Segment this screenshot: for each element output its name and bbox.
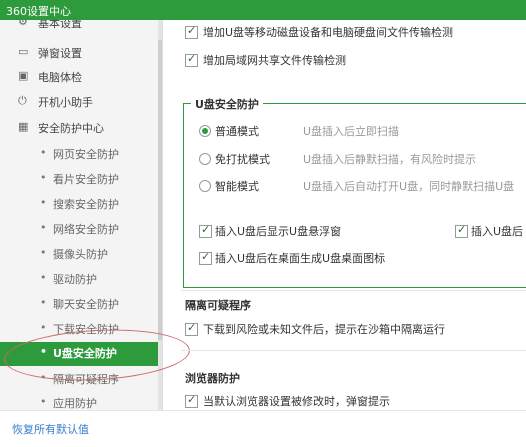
sidebar-item-startup-assistant[interactable]: ⏻ 开机小助手 xyxy=(0,91,162,113)
checkbox-sandbox-quarantine[interactable] xyxy=(185,321,198,336)
sidebar-scrollbar[interactable] xyxy=(158,20,162,410)
sidebar-subitem-search[interactable]: • 搜索安全防护 xyxy=(0,193,162,215)
sidebar-item-security-center[interactable]: ▦ 安全防护中心 xyxy=(0,117,162,139)
sidebar-item-popup-settings[interactable]: ▭ 弹窗设置 xyxy=(0,42,162,64)
checkbox-usb-after-insert[interactable] xyxy=(455,223,468,238)
scrollbar-thumb[interactable] xyxy=(158,40,162,340)
checkbox-lan-share-transfer[interactable] xyxy=(185,52,198,67)
checkbox-browser-change-alert[interactable] xyxy=(185,393,198,408)
sidebar-subitem-camera[interactable]: • 摄像头防护 xyxy=(0,243,162,265)
option-label: 插入U盘后在桌面生成U盘桌面图标 xyxy=(215,252,386,265)
sidebar-subitem-label: U盘安全防护 xyxy=(53,347,117,360)
sidebar-item-label: 安全防护中心 xyxy=(38,122,104,135)
usb-group-title: U盘安全防护 xyxy=(191,96,263,112)
quarantine-section-title: 隔离可疑程序 xyxy=(185,299,251,312)
sidebar-subitem-download[interactable]: • 下载安全防护 xyxy=(0,318,162,340)
sidebar-subitem-label: 隔离可疑程序 xyxy=(53,373,119,386)
mode-label: 普通模式 xyxy=(215,125,259,138)
power-icon: ⏻ xyxy=(18,94,27,107)
sidebar-item-label: 弹窗设置 xyxy=(38,47,82,60)
section-divider xyxy=(181,290,526,291)
browser-section-title: 浏览器防护 xyxy=(185,372,240,385)
option-label: 下载到风险或未知文件后，提示在沙箱中隔离运行 xyxy=(203,323,445,336)
mode-description: U盘插入后立即扫描 xyxy=(303,125,400,138)
radio-normal-mode[interactable] xyxy=(199,125,211,137)
radio-silent-mode[interactable] xyxy=(199,153,211,165)
checkbox-usb-float-window[interactable] xyxy=(199,223,212,238)
mode-description: U盘插入后自动打开U盘，同时静默扫描U盘 xyxy=(303,180,515,193)
sidebar-item-label: 开机小助手 xyxy=(38,96,93,109)
option-label: 插入U盘后显示U盘悬浮窗 xyxy=(215,225,342,238)
sidebar-subitem-network[interactable]: • 网络安全防护 xyxy=(0,218,162,240)
radio-smart-mode[interactable] xyxy=(199,180,211,192)
sidebar-subitem-label: 看片安全防护 xyxy=(53,173,119,186)
option-label: 增加U盘等移动磁盘设备和电脑硬盘间文件传输检测 xyxy=(203,26,454,39)
reset-defaults-link[interactable]: 恢复所有默认值 xyxy=(12,421,89,437)
sidebar-subitem-video[interactable]: • 看片安全防护 xyxy=(0,168,162,190)
mode-description: U盘插入后静默扫描，有风险时提示 xyxy=(303,153,477,166)
sidebar-subitem-usb[interactable]: • U盘安全防护 xyxy=(0,342,162,366)
option-label: 当默认浏览器设置被修改时，弹窗提示 xyxy=(203,395,390,408)
sidebar-subitem-quarantine[interactable]: • 隔离可疑程序 xyxy=(0,368,162,390)
option-label: 增加局域网共享文件传输检测 xyxy=(203,54,346,67)
sidebar-subitem-label: 下载安全防护 xyxy=(53,323,119,336)
checkbox-usb-desktop-icon[interactable] xyxy=(199,250,212,265)
option-label: 插入U盘后 xyxy=(471,225,524,238)
title-bar: 360设置中心 xyxy=(0,0,526,20)
mode-label: 智能模式 xyxy=(215,180,259,193)
checkbox-usb-disk-transfer[interactable] xyxy=(185,24,198,39)
sidebar-item-basic-settings[interactable]: ⚙ 基本设置 xyxy=(0,20,162,34)
sidebar-subitem-app[interactable]: • 应用防护 xyxy=(0,392,162,410)
section-divider xyxy=(181,350,526,351)
sidebar-item-label: 电脑体检 xyxy=(38,71,82,84)
shield-grid-icon: ▦ xyxy=(18,120,29,133)
sidebar-subitem-label: 摄像头防护 xyxy=(53,248,108,261)
mode-label: 免打扰模式 xyxy=(215,153,270,166)
footer: 恢复所有默认值 xyxy=(0,410,526,447)
sidebar-subitem-label: 驱动防护 xyxy=(53,273,97,286)
sidebar-item-label: 基本设置 xyxy=(38,20,82,30)
sidebar: ⚙ 基本设置 ▭ 弹窗设置 ▣ 电脑体检 ⏻ 开机小助手 ▦ 安全防护中心 • … xyxy=(0,20,163,410)
sidebar-item-pc-checkup[interactable]: ▣ 电脑体检 xyxy=(0,66,162,88)
main-panel: 增加U盘等移动磁盘设备和电脑硬盘间文件传输检测 增加局域网共享文件传输检测 U盘… xyxy=(163,20,526,410)
sidebar-subitem-chat[interactable]: • 聊天安全防护 xyxy=(0,293,162,315)
monitor-icon: ▣ xyxy=(18,69,29,82)
window-title: 360设置中心 xyxy=(6,5,71,18)
sidebar-subitem-label: 聊天安全防护 xyxy=(53,298,119,311)
window-icon: ▭ xyxy=(18,45,29,58)
sidebar-subitem-label: 网页安全防护 xyxy=(53,148,119,161)
sidebar-subitem-label: 网络安全防护 xyxy=(53,223,119,236)
sidebar-subitem-web[interactable]: • 网页安全防护 xyxy=(0,143,162,165)
sidebar-subitem-label: 搜索安全防护 xyxy=(53,198,119,211)
sidebar-subitem-driver[interactable]: • 驱动防护 xyxy=(0,268,162,290)
sidebar-subitem-label: 应用防护 xyxy=(53,397,97,410)
settings-icon: ⚙ xyxy=(18,20,28,28)
